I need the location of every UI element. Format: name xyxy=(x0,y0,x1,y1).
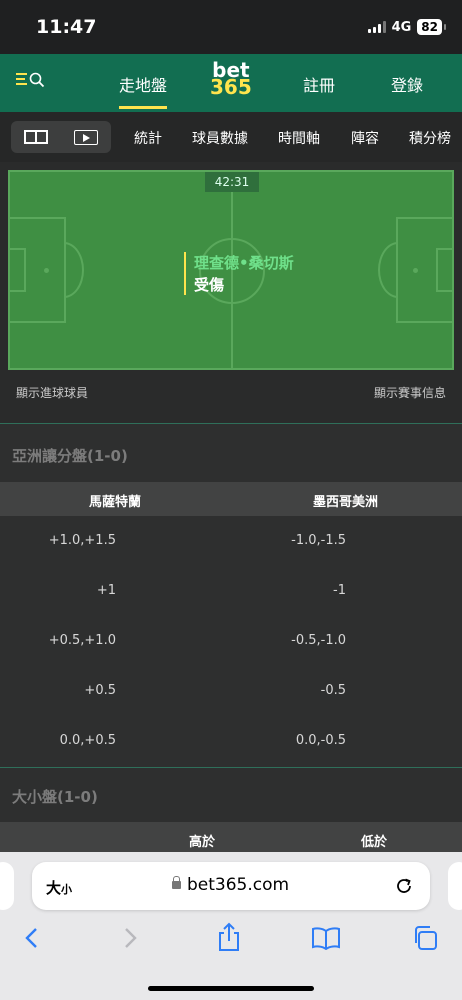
asian-handicap-header: 馬薩特蘭 墨西哥美洲 xyxy=(0,482,462,516)
signal-icon xyxy=(367,21,386,33)
back-icon[interactable] xyxy=(22,926,42,950)
match-event: 理查德•桑切斯 受傷 xyxy=(184,252,294,295)
login-link[interactable]: 登錄 xyxy=(391,72,423,96)
home-indicator xyxy=(148,986,314,991)
home-handicap-odds[interactable]: +1 xyxy=(97,583,116,598)
section-divider xyxy=(0,767,462,768)
forward-icon[interactable] xyxy=(120,926,140,950)
address-bar[interactable]: 大小 bet365.com xyxy=(32,862,430,910)
handicap-row: 0.0,+0.5 0.0,-0.5 xyxy=(0,716,462,766)
home-handicap-odds[interactable]: +1.0,+1.5 xyxy=(49,533,116,548)
tab-stats[interactable]: 統計 xyxy=(134,128,162,148)
nav-active-indicator xyxy=(119,106,167,109)
event-description: 受傷 xyxy=(194,276,225,294)
url-display[interactable]: bet365.com xyxy=(172,875,289,895)
asian-handicap-title[interactable]: 亞洲讓分盤(1-0) xyxy=(12,445,128,466)
handicap-row: +0.5,+1.0 -0.5,-1.0 xyxy=(0,616,462,666)
show-scorers-link[interactable]: 顯示進球球員 xyxy=(16,384,88,401)
tabs-icon[interactable] xyxy=(411,924,439,952)
menu-icon[interactable] xyxy=(16,72,27,88)
home-team-label: 馬薩特蘭 xyxy=(89,495,142,510)
show-match-info-link[interactable]: 顯示賽事信息 xyxy=(374,384,446,401)
browser-toolbar: 大小 bet365.com xyxy=(0,852,462,1000)
pitch-view-icon[interactable] xyxy=(24,130,48,144)
event-player-name: 理查德•桑切斯 xyxy=(194,254,294,272)
totals-header: 高於 低於 xyxy=(0,822,462,856)
away-handicap-odds[interactable]: -0.5 xyxy=(321,683,346,698)
under-label: 低於 xyxy=(361,835,388,850)
menu-search-button[interactable] xyxy=(16,72,45,88)
home-handicap-odds[interactable]: 0.0,+0.5 xyxy=(60,733,116,748)
nav-live-in-play[interactable]: 走地盤 xyxy=(119,72,167,96)
share-icon[interactable] xyxy=(216,922,242,952)
tab-player-stats[interactable]: 球員數據 xyxy=(192,128,248,148)
away-handicap-odds[interactable]: -0.5,-1.0 xyxy=(291,633,346,648)
tab-timeline[interactable]: 時間軸 xyxy=(278,128,320,148)
text-size-button[interactable]: 大小 xyxy=(46,877,72,898)
handicap-row: +0.5 -0.5 xyxy=(0,666,462,716)
previous-tab-preview[interactable] xyxy=(0,862,14,910)
next-tab-preview[interactable] xyxy=(448,862,462,910)
site-header: 走地盤 bet 365 註冊 登錄 xyxy=(0,54,462,112)
away-team-label: 墨西哥美洲 xyxy=(313,495,379,510)
status-time: 11:47 xyxy=(36,16,97,38)
tab-standings[interactable]: 積分榜 xyxy=(409,128,451,148)
pitch-footer: 顯示進球球員 顯示賽事信息 xyxy=(0,374,462,424)
match-tracker: 42:31 理查德•桑切斯 受傷 xyxy=(0,162,462,374)
home-handicap-odds[interactable]: +0.5 xyxy=(84,683,116,698)
over-label: 高於 xyxy=(189,835,216,850)
away-handicap-odds[interactable]: -1.0,-1.5 xyxy=(291,533,346,548)
bet365-logo[interactable]: bet 365 xyxy=(210,60,252,97)
handicap-row: +1 -1 xyxy=(0,566,462,616)
status-bar: 11:47 4G 82 xyxy=(0,0,462,54)
totals-title[interactable]: 大小盤(1-0) xyxy=(12,786,98,807)
match-tabs: 統計 球員數據 時間軸 陣容 積分榜 xyxy=(0,112,462,162)
bookmarks-icon[interactable] xyxy=(311,926,341,950)
lock-icon xyxy=(172,876,181,889)
away-handicap-odds[interactable]: -1 xyxy=(333,583,346,598)
handicap-row: +1.0,+1.5 -1.0,-1.5 xyxy=(0,516,462,566)
register-link[interactable]: 註冊 xyxy=(303,72,335,96)
football-pitch: 42:31 理查德•桑切斯 受傷 xyxy=(8,170,454,370)
network-type: 4G xyxy=(391,19,412,35)
media-toggle[interactable] xyxy=(11,121,111,153)
video-play-icon[interactable] xyxy=(74,130,98,145)
tab-lineups[interactable]: 陣容 xyxy=(351,128,379,148)
home-handicap-odds[interactable]: +0.5,+1.0 xyxy=(49,633,116,648)
match-clock: 42:31 xyxy=(205,172,259,192)
away-handicap-odds[interactable]: 0.0,-0.5 xyxy=(296,733,346,748)
battery-icon: 82 xyxy=(417,19,446,35)
reload-icon[interactable] xyxy=(394,876,414,896)
search-icon[interactable] xyxy=(29,72,45,88)
